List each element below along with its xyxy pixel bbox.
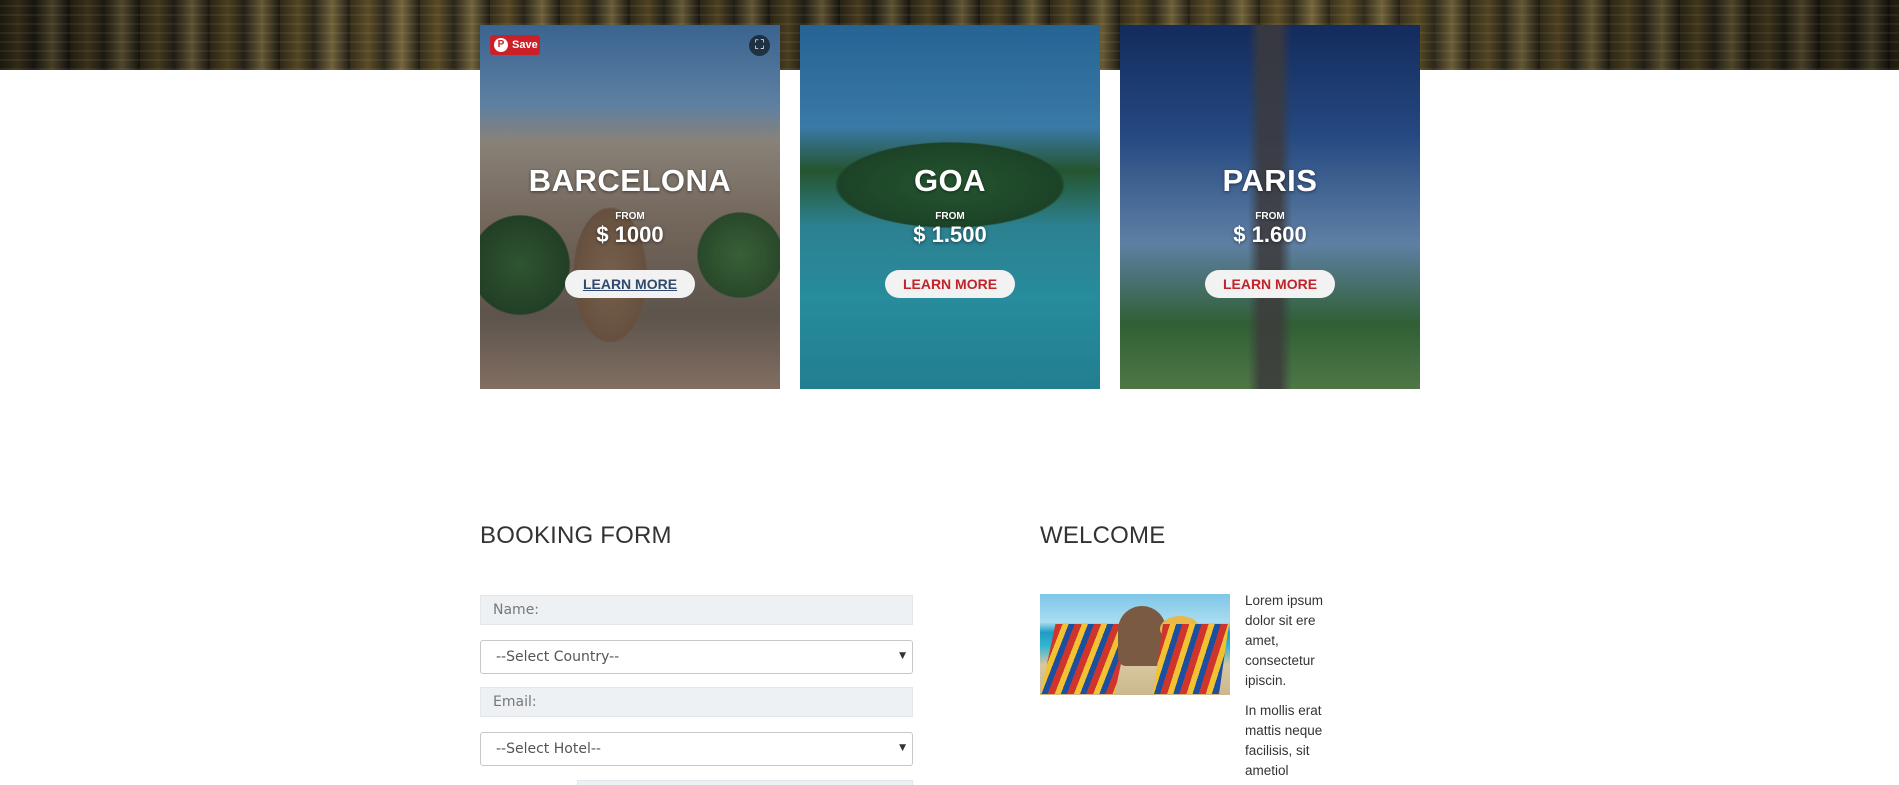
booking-form-title: BOOKING FORM [480, 522, 672, 549]
country-selected-value: --Select Country-- [496, 649, 620, 665]
welcome-text: Lorem ipsum dolor sit ere amet, consecte… [1245, 591, 1335, 785]
pinterest-icon: P [494, 38, 508, 52]
card-price: $ 1.500 [913, 222, 987, 247]
chevron-down-icon: ▼ [899, 651, 906, 661]
welcome-paragraph: Lorem ipsum dolor sit ere amet, consecte… [1245, 593, 1324, 688]
chevron-down-icon: ▼ [899, 743, 906, 753]
pinterest-save-label: Save [512, 39, 538, 51]
card-from-label: FROM [615, 211, 645, 222]
welcome-paragraph: In mollis erat mattis neque facilisis, s… [1245, 703, 1323, 778]
welcome-title: WELCOME [1040, 522, 1166, 549]
learn-more-button[interactable]: LEARN MORE [1204, 270, 1336, 298]
email-placeholder: Email: [493, 694, 537, 710]
email-field[interactable]: Email: [480, 687, 913, 717]
name-placeholder: Name: [493, 602, 540, 618]
card-price: $ 1.600 [1233, 222, 1307, 247]
card-price: $ 1000 [596, 222, 664, 247]
card-city: GOA [913, 163, 987, 198]
card-from-label: FROM [935, 211, 965, 222]
pinterest-save-button[interactable]: P Save [490, 35, 540, 55]
destination-card-goa: GOA FROM $ 1.500 LEARN MORE [800, 25, 1100, 389]
card-from-label: FROM [1255, 211, 1285, 222]
date-field[interactable] [577, 780, 913, 785]
card-city: PARIS [1222, 163, 1318, 198]
card-city: BARCELONA [528, 163, 732, 198]
hotel-selected-value: --Select Hotel-- [496, 741, 601, 757]
destination-card-barcelona: BARCELONA FROM $ 1000 LEARN MORE [480, 25, 780, 389]
expand-icon[interactable]: ⛶ [749, 35, 770, 56]
hotel-select[interactable]: --Select Hotel-- ▼ [480, 732, 913, 766]
learn-more-button[interactable]: LEARN MORE [564, 270, 696, 298]
welcome-image [1040, 594, 1230, 695]
learn-more-button[interactable]: LEARN MORE [884, 270, 1016, 298]
destination-card-paris: PARIS FROM $ 1.600 LEARN MORE [1120, 25, 1420, 389]
name-field[interactable]: Name: [480, 595, 913, 625]
country-select[interactable]: --Select Country-- ▼ [480, 640, 913, 674]
